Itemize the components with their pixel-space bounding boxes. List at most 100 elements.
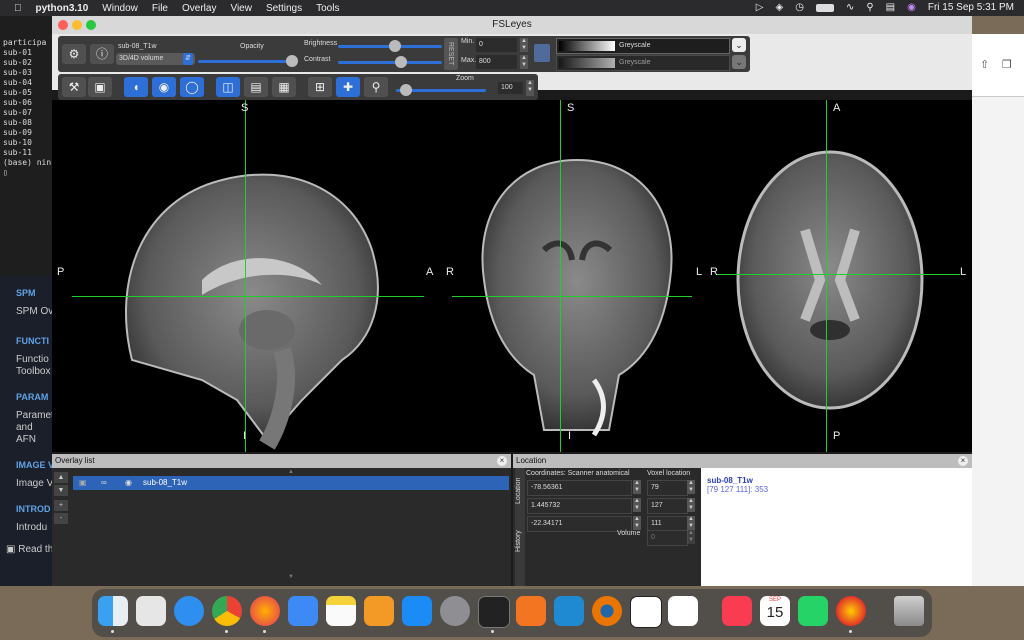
- view-settings-button[interactable]: ⚒: [62, 77, 86, 97]
- display-settings-button[interactable]: ⚙: [62, 44, 86, 64]
- zoom-slider[interactable]: [396, 84, 486, 96]
- fsleyes-brain-icon[interactable]: [836, 596, 866, 626]
- colormap-toggle-button[interactable]: [534, 44, 550, 62]
- zoom-spinner[interactable]: ▲ ▼: [526, 80, 534, 96]
- voxel-x-spinner[interactable]: ▲ ▼: [687, 480, 695, 494]
- doc-heading[interactable]: INTROD: [16, 504, 52, 514]
- calendar-icon[interactable]: SEP 15: [760, 596, 790, 626]
- reset-button[interactable]: RESET: [444, 38, 458, 70]
- trash-icon[interactable]: [894, 596, 924, 626]
- axial-view[interactable]: A R L P: [710, 100, 972, 452]
- add-overlay-button[interactable]: +: [54, 500, 68, 511]
- doc-link[interactable]: Paramet and AFN: [16, 410, 52, 446]
- dropbox-icon[interactable]: ◈: [776, 2, 784, 13]
- fusion-360-icon[interactable]: [516, 596, 546, 626]
- firefox-icon[interactable]: [250, 596, 280, 626]
- doc-heading[interactable]: SPM: [16, 288, 52, 298]
- coord-y-spinner[interactable]: ▲ ▼: [633, 498, 641, 512]
- vertical-layout-button[interactable]: ▤: [244, 77, 268, 97]
- opacity-slider[interactable]: [198, 55, 298, 67]
- max-input[interactable]: 800: [476, 55, 517, 69]
- min-spinner[interactable]: ▲ ▼: [520, 38, 528, 52]
- mail-icon[interactable]: [288, 596, 318, 626]
- toggle-axial-button[interactable]: ◯: [180, 77, 204, 97]
- music-icon[interactable]: [722, 596, 752, 626]
- terminal-icon[interactable]: [478, 596, 510, 628]
- menu-datetime[interactable]: Fri 15 Sep 5:31 PM: [928, 2, 1014, 13]
- menu-app-name[interactable]: python3.10: [36, 3, 89, 14]
- toggle-sagittal-button[interactable]: ◖: [124, 77, 148, 97]
- doc-link[interactable]: Functio Toolbox: [16, 354, 50, 378]
- eye-icon[interactable]: ◉: [125, 476, 132, 490]
- overlay-type-select[interactable]: 3D/4D volume ⇵: [116, 53, 195, 65]
- move-overlay-down-button[interactable]: ▼: [54, 485, 68, 496]
- ortho-canvas[interactable]: S P A I S R L I A R L P: [52, 100, 972, 452]
- doc-footer-link[interactable]: ▣ Read th: [6, 544, 52, 556]
- tab-history[interactable]: History: [515, 530, 522, 552]
- coord-x-spinner[interactable]: ▲ ▼: [633, 480, 641, 494]
- coord-z-spinner[interactable]: ▲ ▼: [633, 516, 641, 530]
- battery-icon[interactable]: [815, 3, 834, 12]
- launchpad-icon[interactable]: [136, 596, 166, 626]
- close-location-button[interactable]: ×: [958, 456, 968, 466]
- grid-layout-button[interactable]: ▦: [272, 77, 296, 97]
- blender-icon[interactable]: [592, 596, 622, 626]
- menu-view[interactable]: View: [230, 3, 252, 14]
- apple-icon[interactable]: : [14, 3, 22, 14]
- voxel-z-spinner[interactable]: ▲ ▼: [687, 516, 695, 530]
- window-titlebar[interactable]: FSLeyes: [52, 16, 972, 34]
- contrast-slider[interactable]: [338, 56, 442, 68]
- overlay-info-button[interactable]: ⓘ: [90, 44, 114, 64]
- coord-x-input[interactable]: -78.56361: [527, 480, 632, 496]
- brightness-slider[interactable]: [338, 40, 442, 52]
- background-terminal[interactable]: participa sub-01 sub-02 sub-03 sub-04 su…: [0, 16, 52, 298]
- volume-spinner[interactable]: ▲ ▼: [687, 530, 695, 544]
- max-spinner[interactable]: ▲ ▼: [520, 55, 528, 69]
- whatsapp-icon[interactable]: [798, 596, 828, 626]
- safari-icon[interactable]: [174, 596, 204, 626]
- reset-zoom-button[interactable]: ⊞: [308, 77, 332, 97]
- zoom-window-button[interactable]: [86, 20, 96, 30]
- vscode-icon[interactable]: [554, 596, 584, 626]
- zoom-slider-knob[interactable]: [399, 84, 412, 96]
- volume-input[interactable]: 0: [647, 530, 688, 546]
- doc-heading[interactable]: IMAGE V: [16, 460, 52, 470]
- chrome-icon[interactable]: [212, 596, 242, 626]
- search-icon[interactable]: ⚲: [866, 2, 873, 13]
- pages-icon[interactable]: [364, 596, 394, 626]
- clock-icon[interactable]: ◷: [795, 2, 804, 13]
- close-overlay-list-button[interactable]: ×: [497, 456, 507, 466]
- wifi-icon[interactable]: ∿: [846, 2, 854, 13]
- zoom-input[interactable]: 100: [498, 82, 523, 94]
- doc-link[interactable]: SPM Ov: [16, 306, 52, 318]
- move-overlay-up-button[interactable]: ▲: [54, 472, 68, 483]
- tabs-icon[interactable]: ❐: [1002, 58, 1012, 71]
- sagittal-view[interactable]: S P A I: [52, 100, 444, 452]
- gmail-icon[interactable]: [668, 596, 698, 626]
- menu-settings[interactable]: Settings: [266, 3, 302, 14]
- overlay-list-scrolldown[interactable]: ▼: [288, 574, 294, 580]
- toggle-coronal-button[interactable]: ◉: [152, 77, 176, 97]
- voxel-y-spinner[interactable]: ▲ ▼: [687, 498, 695, 512]
- menu-overlay[interactable]: Overlay: [182, 3, 216, 14]
- voxel-y-input[interactable]: 127: [647, 498, 688, 514]
- zoom-button[interactable]: ⚲: [364, 77, 388, 97]
- doc-link[interactable]: Introdu: [16, 522, 52, 534]
- link-icon[interactable]: ∞: [101, 476, 107, 490]
- overlay-list-item[interactable]: ▣ ∞ ◉ sub-08_T1w: [73, 476, 509, 490]
- doc-link[interactable]: Image V: [16, 478, 52, 490]
- opacity-slider-knob[interactable]: [286, 55, 298, 67]
- horizontal-layout-button[interactable]: ◫: [216, 77, 240, 97]
- menu-file[interactable]: File: [152, 3, 168, 14]
- notion-icon[interactable]: [630, 596, 662, 628]
- play-icon[interactable]: ▷: [756, 2, 764, 13]
- screenshot-button[interactable]: ▣: [88, 77, 112, 97]
- minimize-window-button[interactable]: [72, 20, 82, 30]
- contrast-slider-knob[interactable]: [395, 56, 408, 68]
- doc-heading[interactable]: FUNCTI: [16, 336, 52, 346]
- remove-overlay-button[interactable]: -: [54, 513, 68, 524]
- control-center-icon[interactable]: ▤: [886, 2, 895, 13]
- app-store-icon[interactable]: [402, 596, 432, 626]
- finder-icon[interactable]: [98, 596, 128, 626]
- toggle-cursor-button[interactable]: ✚: [336, 77, 360, 97]
